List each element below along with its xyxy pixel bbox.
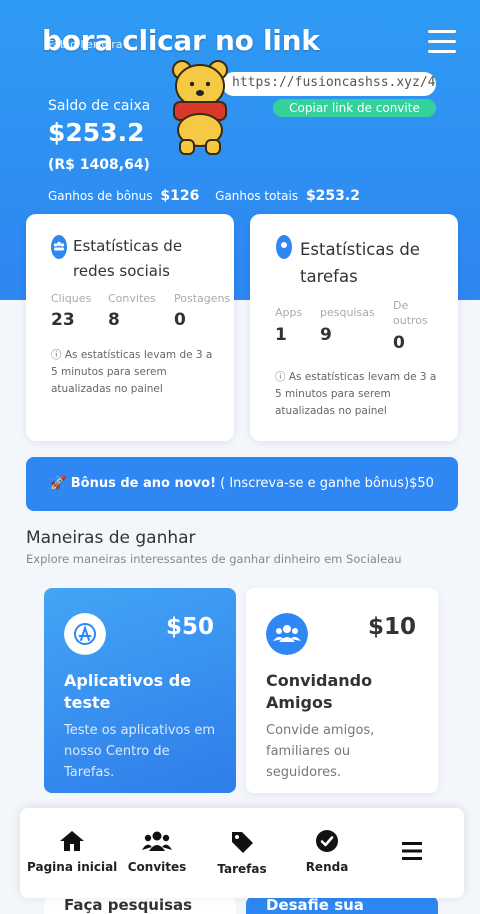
header-menu-button[interactable] (428, 30, 456, 54)
task-stats-card: Estatísticas de tarefas Apps 1 pesquisas… (250, 214, 458, 441)
task-stats-title: Estatísticas de tarefas (300, 236, 420, 290)
stats-note-line: ⓘ As estatísticas levam de 3 a (275, 371, 437, 383)
others-label: De outros (393, 298, 428, 328)
social-stats-card: Estatísticas de redes sociais Cliques 23… (26, 214, 234, 441)
posts-value: 0 (174, 310, 186, 330)
users-icon (51, 235, 67, 259)
nav-invites-label: Convites (127, 860, 187, 874)
map-pin-icon (276, 235, 292, 259)
nav-home[interactable]: Pagina inicial (27, 830, 117, 874)
apps-label: Apps (275, 306, 303, 319)
earnings-row: Ganhos de bônus $126 Ganhos totais $253.… (48, 188, 372, 204)
app-store-icon (64, 613, 106, 655)
apps-value: 1 (275, 325, 287, 345)
home-icon (60, 831, 84, 851)
check-circle-icon (316, 830, 338, 852)
users-icon (266, 613, 308, 655)
surveys-value: 9 (320, 325, 332, 345)
invite-friends-card[interactable]: $10 Convidando Amigos Convide amigos, fa… (246, 588, 438, 793)
cash-balance-label: Saldo de caixa (48, 98, 151, 114)
total-earnings-value: $253.2 (305, 188, 360, 204)
stats-note-line: atualizadas no painel (275, 405, 387, 417)
test-apps-amount: $50 (165, 614, 214, 640)
test-apps-title: Aplicativos de teste (64, 671, 192, 712)
bonus-earnings-label: Ganhos de bônus (48, 189, 153, 203)
invites-value: 8 (108, 310, 120, 330)
menu-icon (402, 842, 422, 860)
menu-icon-bar (428, 40, 456, 43)
invite-friends-title: Convidando Amigos (266, 671, 373, 712)
nav-tasks-label: Tarefas (217, 862, 267, 876)
bonus-earnings-value: $126 (160, 188, 200, 204)
stats-note-line: 5 minutos para serem (51, 366, 167, 378)
new-year-bonus-banner[interactable]: 🚀 Bônus de ano novo! ( Inscreva-se e gan… (26, 457, 458, 511)
nav-income-label: Renda (305, 860, 349, 874)
cash-balance-value: $253.2 (48, 118, 145, 147)
others-label-line1: De (393, 299, 409, 312)
total-earnings-label: Ganhos totais (215, 189, 299, 203)
users-icon (142, 831, 172, 851)
social-stats-title-line2: redes sociais (73, 262, 170, 280)
stats-note-line: ⓘ As estatísticas levam de 3 a (51, 349, 213, 361)
ways-to-earn-subtitle: Explore maneiras interessantes de ganhar… (26, 552, 402, 566)
cash-balance-brl: (R$ 1408,64) (48, 157, 150, 173)
referral-url-field[interactable]: https://fusioncashss.xyz/484 (222, 72, 436, 96)
stats-note-line: atualizadas no painel (51, 383, 163, 395)
invite-friends-amount: $10 (367, 614, 416, 640)
copy-invite-link-button[interactable]: Copiar link de convite (273, 99, 436, 117)
others-label-line2: outros (393, 314, 428, 327)
banner-text: ( Inscreva-se e ganhe bônus)$50 (216, 476, 434, 491)
overlay-caption: bora clicar no link (42, 24, 320, 57)
stats-note-line: 5 minutos para serem (275, 388, 391, 400)
task-stats-title-line1: Estatísticas de (300, 240, 420, 259)
test-apps-card[interactable]: $50 Aplicativos de teste Teste os aplica… (44, 588, 236, 793)
nav-home-label: Pagina inicial (27, 860, 118, 874)
surveys-label: pesquisas (320, 306, 375, 319)
stats-info-note: ⓘ As estatísticas levam de 3 a 5 minutos… (275, 369, 436, 420)
nav-income[interactable]: Renda (282, 830, 372, 874)
bear-sticker-icon (172, 60, 228, 155)
invites-label: Convites (108, 292, 156, 305)
banner-bold-text: 🚀 Bônus de ano novo! (50, 476, 217, 491)
surveys-card-peek[interactable]: Faça pesquisas (44, 896, 236, 914)
challenge-card-peek[interactable]: Desafie sua (246, 896, 438, 914)
menu-icon-bar (428, 30, 456, 33)
clicks-label: Cliques (51, 292, 92, 305)
tag-icon (232, 832, 253, 853)
ways-to-earn-title: Maneiras de ganhar (26, 528, 196, 548)
nav-tasks[interactable]: Tarefas (197, 830, 287, 876)
others-value: 0 (393, 333, 405, 353)
clicks-value: 23 (51, 310, 75, 330)
stats-info-note: ⓘ As estatísticas levam de 3 a 5 minutos… (51, 347, 212, 398)
nav-menu[interactable] (367, 842, 457, 868)
social-stats-title-line1: Estatísticas de (73, 237, 183, 255)
bottom-navigation: Pagina inicial Convites Tarefas Renda (20, 808, 464, 898)
posts-label: Postagens (174, 292, 231, 305)
social-stats-title: Estatísticas de redes sociais (73, 234, 182, 284)
invite-friends-desc: Convide amigos, familiares ou seguidores… (266, 723, 375, 780)
task-stats-title-line2: tarefas (300, 267, 358, 286)
nav-invites[interactable]: Convites (112, 830, 202, 874)
test-apps-desc: Teste os aplicativos em nosso Centro de … (64, 723, 216, 780)
menu-icon-bar (428, 50, 456, 53)
